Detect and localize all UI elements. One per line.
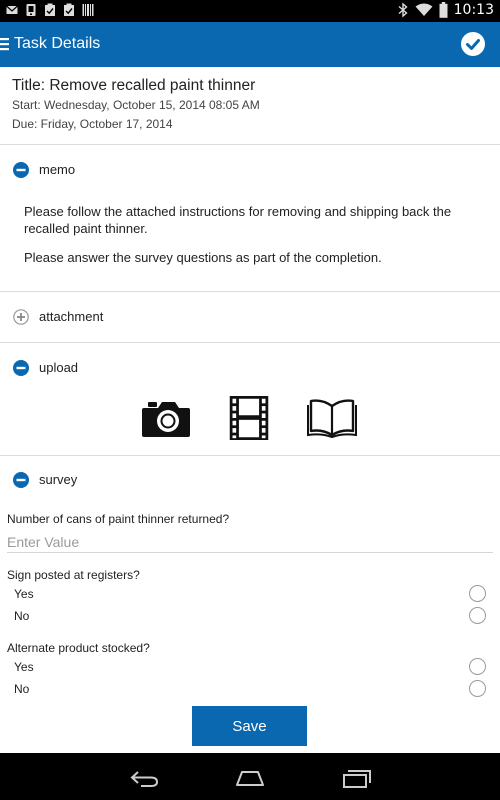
alternate-stocked-yes-radio[interactable] xyxy=(469,658,486,675)
book-icon[interactable] xyxy=(307,396,357,440)
divider xyxy=(0,291,500,292)
collapse-icon[interactable] xyxy=(13,360,29,376)
wifi-icon xyxy=(415,3,433,16)
section-label: survey xyxy=(39,472,78,487)
option-label: Yes xyxy=(14,587,34,601)
alternate-stocked-no-radio[interactable] xyxy=(469,680,486,697)
option-label: Yes xyxy=(14,660,34,674)
memo-paragraph: Please answer the survey questions as pa… xyxy=(24,250,382,265)
section-label: memo xyxy=(39,162,76,177)
task-title: Title: Remove recalled paint thinner xyxy=(12,77,256,94)
download-icon xyxy=(26,4,36,16)
bluetooth-icon xyxy=(398,2,408,18)
camera-icon[interactable] xyxy=(141,396,191,440)
section-label: upload xyxy=(39,360,79,375)
divider xyxy=(0,342,500,343)
recent-apps-icon[interactable] xyxy=(342,768,372,788)
section-label: attachment xyxy=(39,309,104,324)
home-icon[interactable] xyxy=(235,768,265,788)
divider xyxy=(0,455,500,456)
menu-icon[interactable] xyxy=(0,37,10,51)
question-label: Sign posted at registers? xyxy=(7,568,140,582)
clipboard-check-icon xyxy=(45,3,55,16)
task-header: Title: Remove recalled paint thinner Sta… xyxy=(0,67,500,145)
survey-section-header[interactable]: survey xyxy=(0,469,500,491)
status-bar: 10:13 xyxy=(0,0,500,22)
question-label: Number of cans of paint thinner returned… xyxy=(7,512,230,526)
option-label: No xyxy=(14,682,30,696)
upload-section-header[interactable]: upload xyxy=(0,357,500,379)
check-circle-icon xyxy=(466,39,480,50)
navigation-bar xyxy=(0,753,500,800)
option-label: No xyxy=(14,609,30,623)
save-button[interactable]: Save xyxy=(192,706,307,746)
memo-section-header[interactable]: memo xyxy=(0,159,500,181)
task-due-date: Due: Friday, October 17, 2014 xyxy=(12,117,173,131)
collapse-icon[interactable] xyxy=(13,472,29,488)
barcode-icon xyxy=(82,4,94,16)
task-start-date: Start: Wednesday, October 15, 2014 08:05… xyxy=(12,98,260,112)
back-icon[interactable] xyxy=(129,768,159,788)
cans-returned-input[interactable] xyxy=(7,531,493,553)
notification-icons xyxy=(6,3,94,17)
page-title: Task Details xyxy=(14,35,101,52)
expand-icon[interactable] xyxy=(13,309,29,325)
action-bar: Task Details xyxy=(0,22,500,67)
mail-icon xyxy=(6,5,18,14)
collapse-icon[interactable] xyxy=(13,162,29,178)
attachment-section-header[interactable]: attachment xyxy=(0,306,500,328)
battery-icon xyxy=(439,2,448,18)
sign-posted-no-radio[interactable] xyxy=(469,607,486,624)
question-label: Alternate product stocked? xyxy=(7,641,150,655)
clock: 10:13 xyxy=(453,2,494,18)
sign-posted-yes-radio[interactable] xyxy=(469,585,486,602)
film-icon[interactable] xyxy=(225,396,273,440)
clipboard-check-icon xyxy=(64,3,74,16)
memo-paragraph: Please follow the attached instructions … xyxy=(24,204,452,236)
confirm-button[interactable] xyxy=(461,32,485,56)
